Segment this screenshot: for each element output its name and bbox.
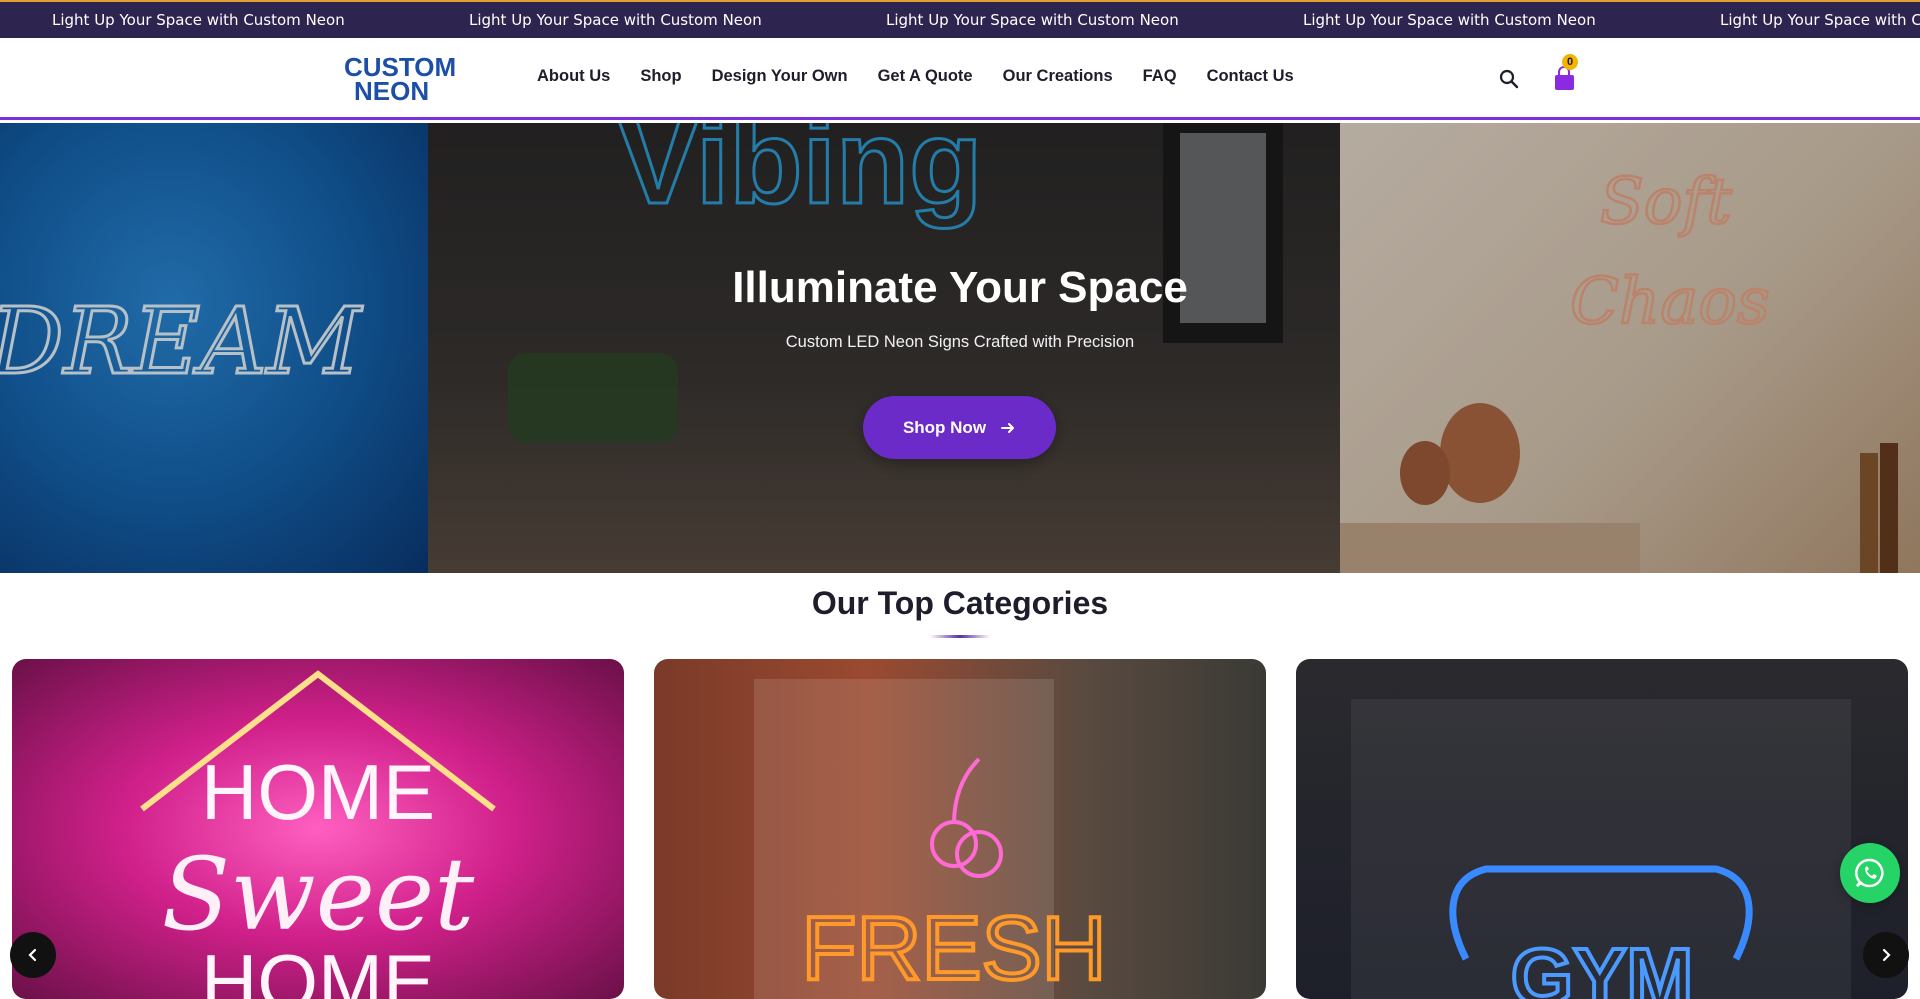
chevron-left-icon — [28, 948, 37, 962]
hero-title: Illuminate Your Space — [732, 263, 1188, 312]
site-header: CUSTOM NEON About Us Shop Design Your Ow… — [0, 38, 1920, 120]
arrow-right-icon — [1001, 422, 1015, 433]
cart-count-badge: 0 — [1562, 54, 1578, 70]
nav-contact-us[interactable]: Contact Us — [1207, 67, 1294, 86]
carousel-next-button[interactable] — [1863, 932, 1909, 978]
main-nav: About Us Shop Design Your Own Get A Quot… — [537, 67, 1324, 86]
nav-shop[interactable]: Shop — [640, 67, 681, 86]
neon-text: HOME — [201, 938, 435, 999]
whatsapp-icon — [1855, 858, 1884, 888]
announcement-message: Light Up Your Space with Custom Neon — [1720, 11, 1920, 29]
neon-text: GYM — [1511, 932, 1693, 999]
neon-text: Sweet — [162, 836, 475, 953]
section-title: Our Top Categories — [811, 585, 1109, 621]
search-icon[interactable] — [1498, 68, 1520, 90]
logo[interactable]: CUSTOM NEON — [344, 52, 486, 104]
nav-about-us[interactable]: About Us — [537, 67, 610, 86]
shop-now-button[interactable]: Shop Now — [863, 396, 1056, 459]
category-card[interactable]: HOME Sweet HOME — [12, 659, 624, 999]
category-card[interactable]: FRESH — [654, 659, 1266, 999]
title-underline — [930, 635, 990, 638]
announcement-message: Light Up Your Space with Custom Neon — [469, 11, 762, 29]
carousel-prev-button[interactable] — [10, 932, 56, 978]
nav-our-creations[interactable]: Our Creations — [1003, 67, 1113, 86]
announcement-message: Light Up Your Space with Custom Neon — [52, 11, 345, 29]
neon-text: HOME — [201, 748, 435, 836]
nav-get-a-quote[interactable]: Get A Quote — [878, 67, 973, 86]
category-card[interactable]: GYM — [1296, 659, 1908, 999]
hero-banner: DREAM Vibing Soft Chaos Illuminate Your … — [0, 123, 1920, 573]
cart-button[interactable]: 0 — [1548, 54, 1580, 100]
shop-now-label: Shop Now — [902, 417, 987, 437]
nav-design-your-own[interactable]: Design Your Own — [712, 67, 848, 86]
chevron-right-icon — [1882, 948, 1891, 962]
logo-line-2: NEON — [354, 76, 429, 104]
announcement-message: Light Up Your Space with Custom Neon — [886, 11, 1179, 29]
neon-text: FRESH — [801, 899, 1106, 999]
announcement-message: Light Up Your Space with Custom Neon — [1303, 11, 1596, 29]
hero-subtitle: Custom LED Neon Signs Crafted with Preci… — [785, 333, 1135, 351]
announcement-bar: Light Up Your Space with Custom Neon Lig… — [0, 0, 1920, 38]
nav-faq[interactable]: FAQ — [1143, 67, 1177, 86]
whatsapp-button[interactable] — [1840, 843, 1900, 903]
